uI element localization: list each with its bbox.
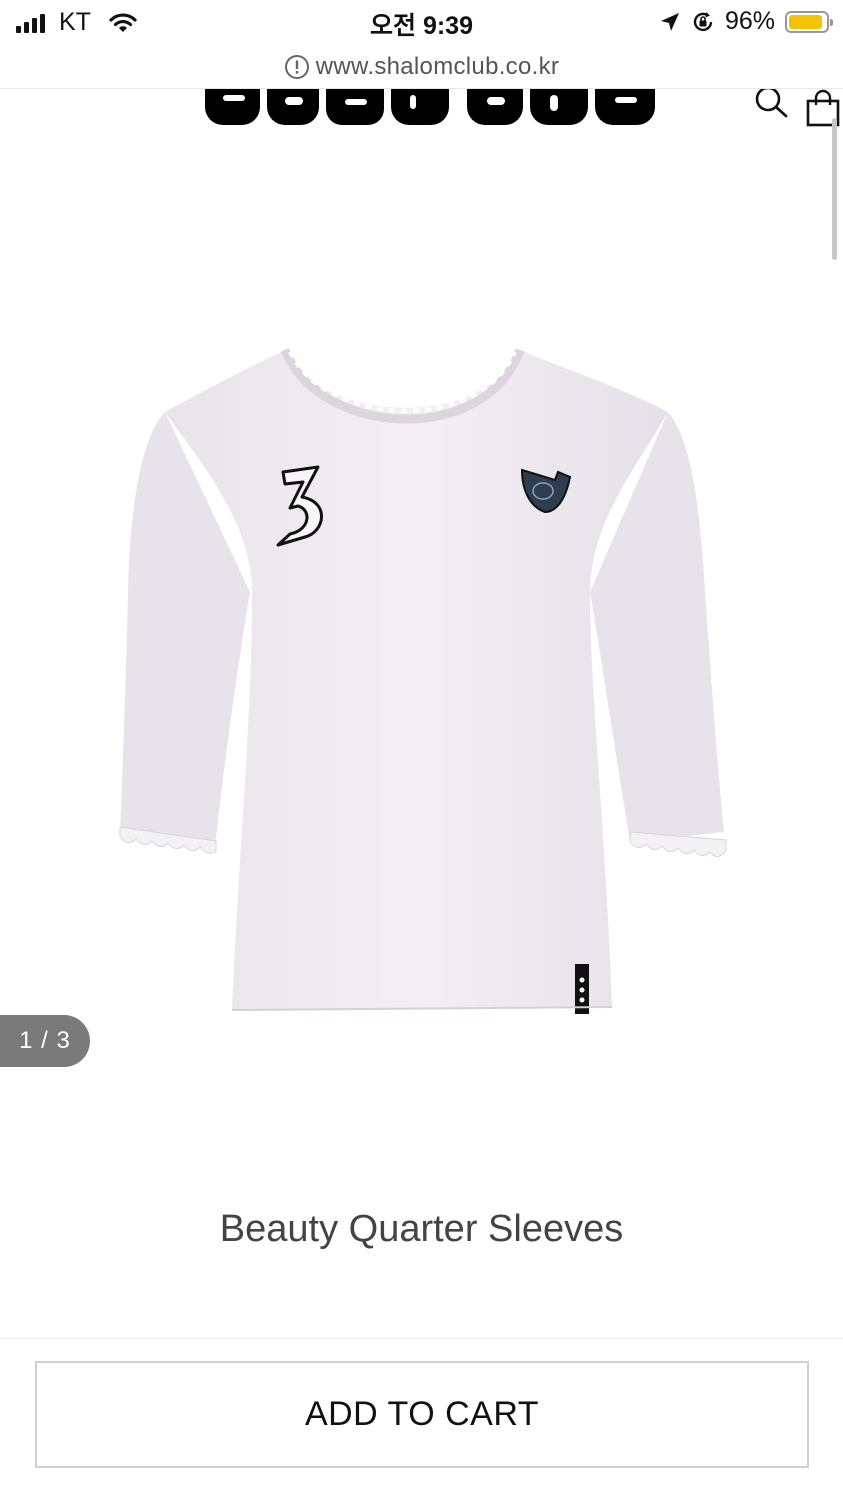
product-title: Beauty Quarter Sleeves	[219, 1208, 624, 1250]
battery-icon	[785, 10, 833, 33]
url-text[interactable]: www.shalomclub.co.kr	[316, 53, 559, 81]
page-scrollbar[interactable]	[832, 118, 837, 260]
status-right: 96%	[659, 7, 833, 36]
shopping-bag-icon[interactable]	[803, 89, 843, 127]
product-image	[119, 348, 727, 1014]
search-icon[interactable]	[752, 89, 792, 125]
rotation-lock-icon	[693, 11, 713, 31]
add-to-cart-button[interactable]: ADD TO CART	[35, 1361, 809, 1468]
product-gallery[interactable]	[0, 262, 843, 1092]
battery-percent: 96%	[724, 7, 775, 35]
location-arrow-icon	[660, 12, 679, 31]
info-icon	[284, 55, 309, 79]
status-bar: KT 오전 9:39 96%	[0, 0, 843, 46]
gallery-counter: 1 / 3	[0, 1015, 90, 1067]
url-bar[interactable]: www.shalomclub.co.kr	[0, 46, 843, 89]
site-header	[0, 89, 843, 135]
brand-logo[interactable]	[205, 89, 655, 126]
